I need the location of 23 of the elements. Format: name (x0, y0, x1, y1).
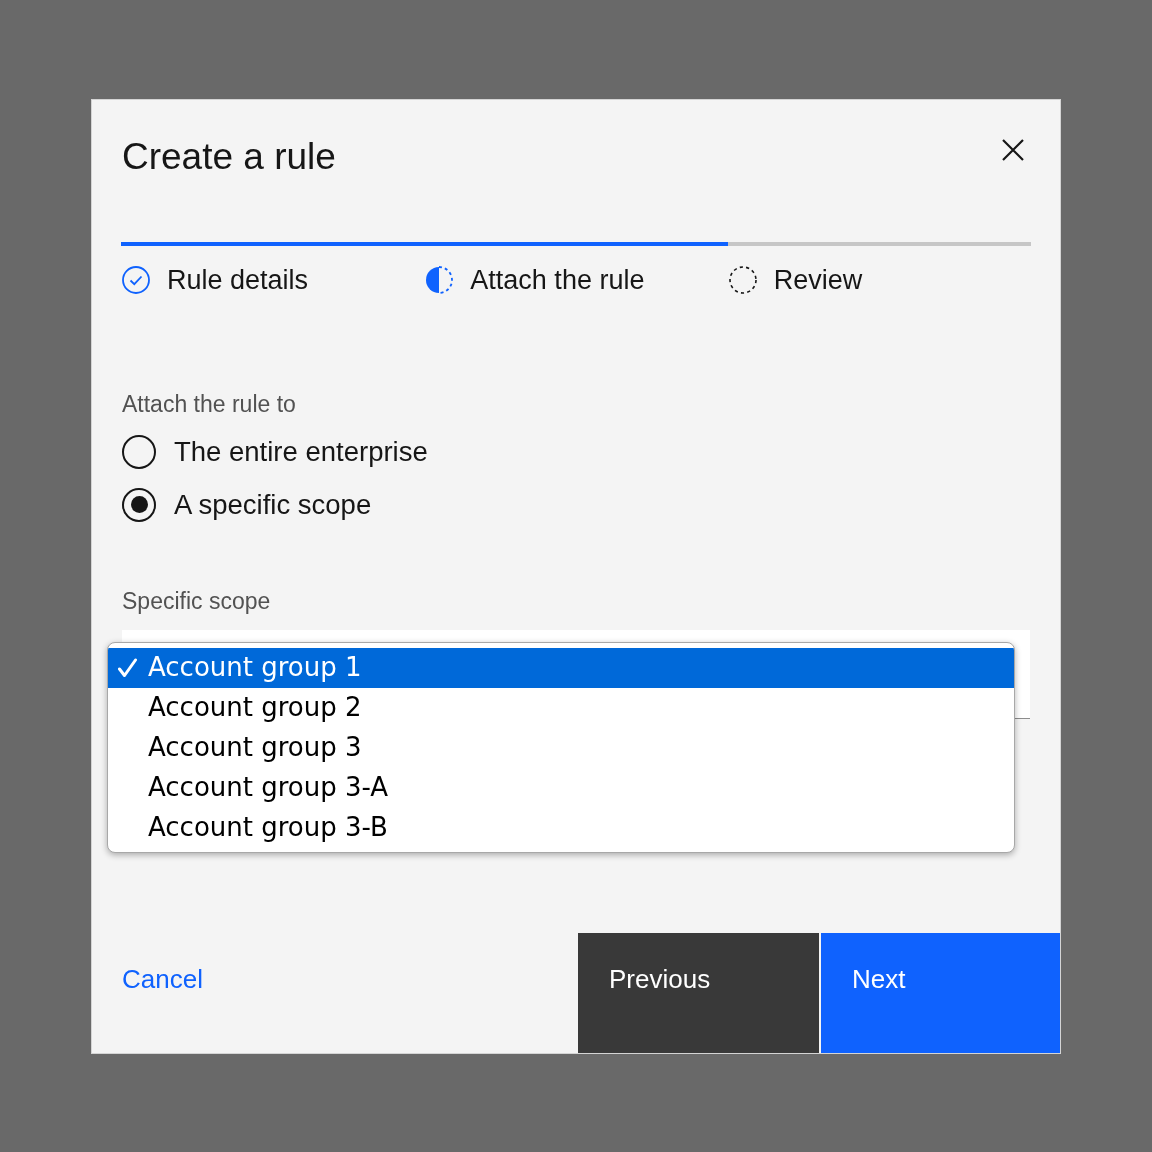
dropdown-option[interactable]: Account group 1 (108, 647, 1014, 688)
half-filled-circle-icon (425, 265, 454, 294)
dropdown-option[interactable]: Account group 2 (108, 687, 1014, 728)
step-label: Rule details (167, 263, 309, 296)
dropdown-option[interactable]: Account group 3-A (108, 767, 1014, 808)
field-label: Specific scope (122, 586, 272, 616)
dropdown-option[interactable]: Account group 3-B (108, 807, 1014, 848)
check-circle-icon (122, 265, 150, 294)
dropdown-option[interactable]: Account group 3 (108, 727, 1014, 768)
dialog-title: Create a rule (122, 134, 336, 179)
close-icon (1002, 138, 1024, 161)
dashed-circle-icon (728, 265, 757, 294)
checkmark-icon (118, 657, 137, 678)
radio-label[interactable]: A specific scope (174, 487, 372, 522)
radio-label[interactable]: The entire enterprise (174, 434, 428, 469)
previous-button[interactable]: Previous (578, 932, 819, 1053)
radio-button[interactable] (122, 434, 156, 469)
next-button[interactable]: Next (821, 932, 1060, 1053)
group-label: Attach the rule to (122, 389, 297, 419)
step-label: Attach the rule (470, 263, 645, 296)
cancel-button[interactable]: Cancel (122, 963, 203, 994)
radio-button[interactable] (122, 487, 156, 522)
step-label: Review (773, 263, 863, 296)
